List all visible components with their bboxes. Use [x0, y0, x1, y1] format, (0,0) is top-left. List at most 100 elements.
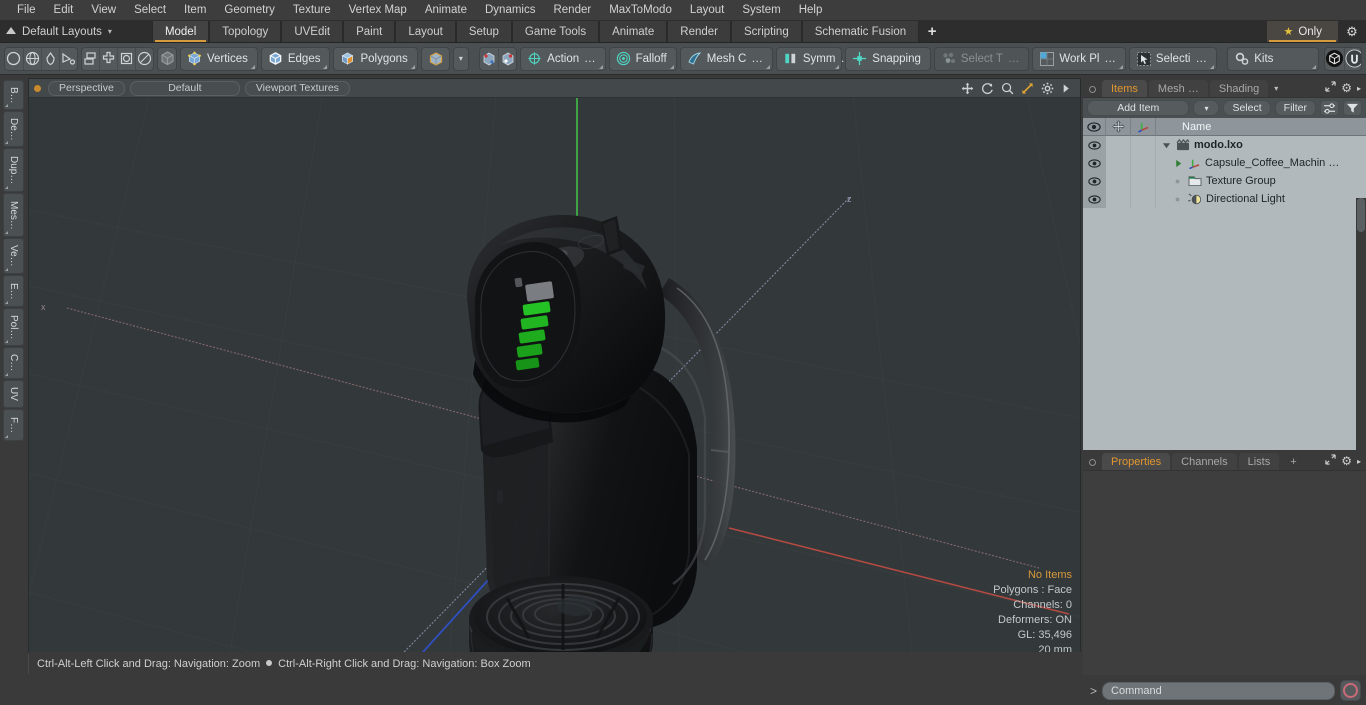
command-input[interactable] — [1102, 681, 1335, 700]
selection-set-button[interactable]: Selecti … — [1128, 46, 1217, 71]
add-item-button[interactable]: Add Item — [1087, 100, 1190, 116]
work-plane-button[interactable]: Work Pl … — [1032, 46, 1126, 71]
only-toggle-button[interactable]: ★ Only — [1267, 21, 1338, 42]
menu-edit[interactable]: Edit — [45, 1, 83, 20]
menu-geometry[interactable]: Geometry — [215, 1, 284, 20]
visibility-icon[interactable] — [1083, 190, 1106, 208]
zoom-icon[interactable] — [1001, 82, 1014, 95]
tab-setup[interactable]: Setup — [455, 21, 512, 42]
left-tab-uv[interactable]: UV — [3, 380, 24, 408]
scrollbar-thumb[interactable] — [1357, 198, 1365, 232]
axis-cell[interactable] — [1131, 154, 1156, 172]
filter-button[interactable]: Filter — [1274, 100, 1316, 116]
action-center-button[interactable]: Action … — [520, 46, 606, 71]
left-tab-duplicate[interactable]: Dup… — [3, 148, 24, 192]
add-item-dropdown-button[interactable]: ▾ — [1193, 100, 1220, 116]
tab-game-tools[interactable]: Game Tools — [511, 21, 600, 42]
table-row[interactable]: Texture Group — [1083, 172, 1366, 190]
menu-texture[interactable]: Texture — [284, 1, 340, 20]
mirror-icon[interactable] — [82, 48, 100, 70]
tab-schematic-fusion[interactable]: Schematic Fusion — [801, 21, 920, 42]
transform-cell[interactable] — [1106, 136, 1131, 154]
tree-disclosure-open-icon[interactable] — [1162, 141, 1172, 150]
default-layouts-selector[interactable]: Default Layouts ▾ — [0, 21, 122, 42]
fit-icon[interactable] — [1021, 82, 1034, 95]
modo-logo-icon[interactable] — [1325, 48, 1344, 70]
center-icon[interactable] — [117, 47, 135, 70]
funnel-icon[interactable] — [1343, 100, 1362, 116]
select-vertices-button[interactable]: Vertices — [179, 46, 258, 71]
item-tree[interactable]: modo.lxo Capsule_Coffee_Machin … Texture… — [1083, 136, 1366, 453]
menu-system[interactable]: System — [733, 1, 789, 20]
gear-icon[interactable]: ⚙ — [1341, 81, 1352, 95]
tab-render[interactable]: Render — [667, 21, 731, 42]
tab-layout[interactable]: Layout — [395, 21, 456, 42]
transform-cell[interactable] — [1106, 154, 1131, 172]
menu-file[interactable]: File — [8, 1, 45, 20]
pen-icon[interactable] — [40, 47, 59, 70]
chevron-right-icon[interactable]: ▸ — [1357, 457, 1361, 466]
record-circle-icon[interactable] — [1340, 680, 1361, 701]
tab-channels[interactable]: Channels — [1172, 453, 1237, 470]
gear-icon[interactable]: ⚙ — [1338, 21, 1366, 42]
radial-icon[interactable] — [135, 47, 153, 70]
menu-maxtomodo[interactable]: MaxToModo — [600, 1, 681, 20]
tree-disclosure-closed-icon[interactable] — [1174, 159, 1184, 168]
axis-cell[interactable] — [1131, 136, 1156, 154]
menu-select[interactable]: Select — [125, 1, 175, 20]
left-tab-mesh[interactable]: Mes… — [3, 193, 24, 237]
tab-scripting[interactable]: Scripting — [730, 21, 802, 42]
expand-icon[interactable] — [1325, 454, 1336, 468]
tab-model[interactable]: Model — [151, 21, 210, 42]
tab-paint[interactable]: Paint — [343, 21, 396, 42]
tab-mesh-ops[interactable]: Mesh … — [1148, 80, 1208, 97]
transform-cell[interactable] — [1106, 172, 1131, 190]
tab-lists[interactable]: Lists — [1238, 453, 1280, 470]
snap-vertex-icon[interactable] — [480, 48, 498, 70]
table-row[interactable]: Capsule_Coffee_Machin … — [1083, 154, 1366, 172]
symmetry-button[interactable]: Symm … — [775, 46, 852, 71]
table-row[interactable]: modo.lxo — [1083, 136, 1366, 154]
left-tab-basic[interactable]: B… — [3, 80, 24, 110]
unreal-logo-icon[interactable] — [1344, 47, 1362, 70]
left-tab-polygon[interactable]: Pol… — [3, 308, 24, 346]
panel-menu-dot-icon[interactable] — [1089, 86, 1096, 93]
menu-layout[interactable]: Layout — [681, 1, 734, 20]
table-row[interactable]: Directional Light — [1083, 190, 1366, 208]
menu-dynamics[interactable]: Dynamics — [476, 1, 544, 20]
select-button[interactable]: Select — [1223, 100, 1271, 116]
kits-button[interactable]: Kits — [1227, 46, 1320, 71]
item-tree-vertical-scrollbar[interactable] — [1356, 198, 1366, 473]
menu-help[interactable]: Help — [790, 1, 832, 20]
axis-cell[interactable] — [1131, 190, 1156, 208]
add-props-tab-button[interactable]: + — [1281, 453, 1305, 470]
play-icon[interactable] — [1061, 82, 1071, 95]
left-tab-deform[interactable]: De… — [3, 111, 24, 147]
left-tab-fusion[interactable]: F… — [3, 409, 24, 441]
item-mode-icon[interactable] — [158, 48, 176, 70]
column-axis[interactable] — [1131, 117, 1156, 136]
viewport-shading-selector[interactable]: Default — [129, 80, 240, 96]
snap-element-icon[interactable] — [498, 47, 516, 70]
select-edges-button[interactable]: Edges — [260, 46, 331, 71]
circle-icon[interactable] — [5, 48, 23, 70]
column-transform[interactable] — [1106, 117, 1131, 136]
add-tab-button[interactable]: + — [919, 21, 945, 42]
menu-animate[interactable]: Animate — [416, 1, 476, 20]
viewport-menu-dot-icon[interactable] — [34, 84, 41, 92]
axis-cell[interactable] — [1131, 172, 1156, 190]
select-materials-button[interactable] — [420, 46, 450, 71]
align-icon[interactable] — [99, 47, 117, 70]
viewport-canvas[interactable]: z x No Items Polygons: Face Channels: 0… — [29, 98, 1080, 674]
visibility-icon[interactable] — [1083, 154, 1106, 172]
tab-items[interactable]: Items — [1102, 80, 1147, 97]
expand-icon[interactable] — [1325, 81, 1336, 95]
viewport-textures-selector[interactable]: Viewport Textures — [244, 80, 350, 96]
gear-icon[interactable]: ⚙ — [1341, 454, 1352, 468]
tab-topology[interactable]: Topology — [209, 21, 282, 42]
menu-vertex-map[interactable]: Vertex Map — [340, 1, 416, 20]
material-dropdown-button[interactable]: ▾ — [452, 46, 470, 71]
move-icon[interactable] — [961, 82, 974, 95]
props-menu-dot-icon[interactable] — [1089, 459, 1096, 466]
viewport-view-selector[interactable]: Perspective — [48, 80, 125, 96]
